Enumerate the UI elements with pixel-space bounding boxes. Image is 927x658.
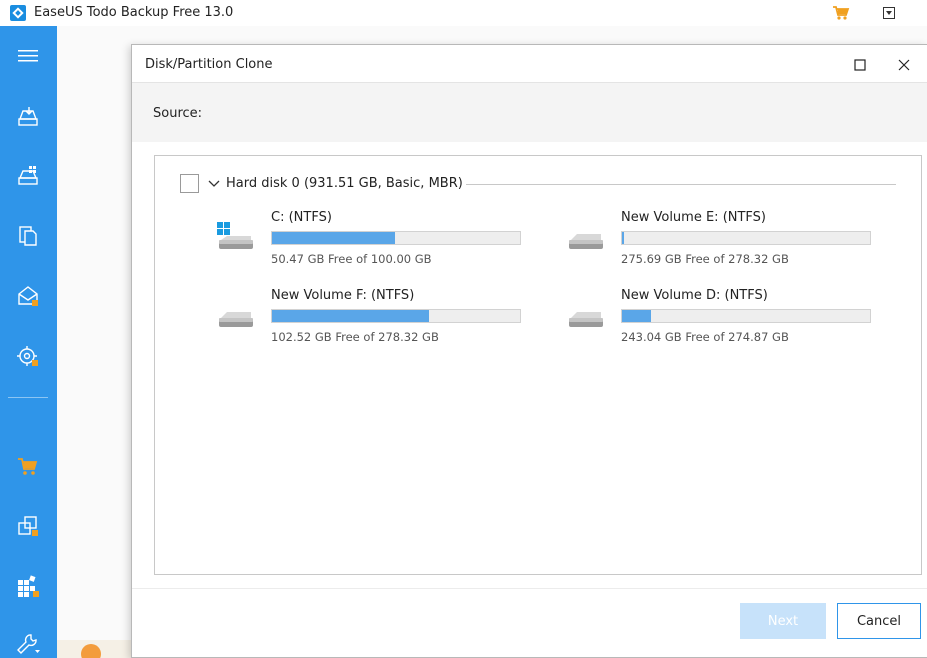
- sidebar-item-system-backup[interactable]: [12, 160, 44, 192]
- disk-title: Hard disk 0 (931.51 GB, Basic, MBR): [226, 176, 463, 191]
- sidebar-divider: [8, 397, 48, 398]
- app-titlebar: EaseUS Todo Backup Free 13.0: [0, 0, 927, 26]
- partition-usage-fill: [622, 310, 651, 322]
- windows-drive-icon: [217, 222, 253, 249]
- file-backup-icon: [19, 226, 37, 246]
- sidebar: [0, 26, 57, 658]
- source-section: Source:: [132, 83, 927, 142]
- partition-item-f[interactable]: New Volume F: (NTFS) 102.52 GB Free of 2…: [215, 288, 525, 348]
- smart-backup-icon: [17, 346, 38, 366]
- dialog-titlebar: Disk/Partition Clone: [132, 45, 927, 83]
- partition-name: C: (NTFS): [271, 210, 332, 225]
- partition-usage-fill: [272, 232, 395, 244]
- partition-usage-bar: [621, 309, 871, 323]
- partition-usage-bar: [271, 309, 521, 323]
- wrench-icon: [17, 634, 40, 654]
- sidebar-item-tools[interactable]: [12, 570, 44, 602]
- clone-icon: [18, 516, 38, 536]
- tools-grid-icon: [18, 575, 39, 597]
- sidebar-item-mail-backup[interactable]: [12, 280, 44, 312]
- sidebar-item-file-backup[interactable]: [12, 220, 44, 252]
- sidebar-item-clone[interactable]: [12, 510, 44, 542]
- close-icon: [898, 59, 910, 71]
- chevron-down-icon[interactable]: [207, 178, 221, 190]
- partition-free-space: 102.52 GB Free of 278.32 GB: [271, 330, 439, 344]
- hamburger-menu-icon: [18, 50, 38, 62]
- sidebar-item-smart-backup[interactable]: [12, 340, 44, 372]
- disk-checkbox[interactable]: [180, 174, 199, 193]
- dialog-footer-divider: [132, 588, 927, 589]
- partition-name: New Volume E: (NTFS): [621, 210, 767, 225]
- notification-badge-icon: [81, 644, 101, 658]
- dropdown-menu-icon[interactable]: [880, 4, 898, 22]
- system-backup-icon: [18, 166, 38, 185]
- easeus-logo-icon: [10, 5, 26, 21]
- partition-free-space: 50.47 GB Free of 100.00 GB: [271, 252, 432, 266]
- disk-title-divider: [466, 184, 896, 185]
- cancel-button[interactable]: Cancel: [837, 603, 921, 639]
- next-button[interactable]: Next: [740, 603, 826, 639]
- partition-item-e[interactable]: New Volume E: (NTFS) 275.69 GB Free of 2…: [565, 210, 875, 270]
- drive-icon: [219, 312, 253, 327]
- disk-backup-icon: [18, 107, 38, 126]
- partition-name: New Volume D: (NTFS): [621, 288, 768, 303]
- partition-free-space: 243.04 GB Free of 274.87 GB: [621, 330, 789, 344]
- disk-list-panel: Hard disk 0 (931.51 GB, Basic, MBR) C: (…: [154, 155, 922, 575]
- partition-name: New Volume F: (NTFS): [271, 288, 415, 303]
- app-title: EaseUS Todo Backup Free 13.0: [34, 5, 234, 20]
- maximize-icon: [854, 59, 866, 71]
- dialog-title: Disk/Partition Clone: [145, 57, 273, 72]
- drive-icon: [569, 312, 603, 327]
- partition-item-c[interactable]: C: (NTFS) 50.47 GB Free of 100.00 GB: [215, 210, 525, 270]
- source-label: Source:: [153, 106, 203, 121]
- partition-usage-bar: [271, 231, 521, 245]
- maximize-button[interactable]: [846, 55, 874, 75]
- partition-usage-fill: [272, 310, 429, 322]
- sidebar-item-disk-backup[interactable]: [12, 101, 44, 133]
- partition-usage-bar: [621, 231, 871, 245]
- partition-item-d[interactable]: New Volume D: (NTFS) 243.04 GB Free of 2…: [565, 288, 875, 348]
- close-button[interactable]: [890, 55, 918, 75]
- drive-icon: [569, 234, 603, 249]
- cart-icon[interactable]: [832, 5, 850, 21]
- partition-usage-fill: [622, 232, 624, 244]
- sidebar-item-menu[interactable]: [12, 40, 44, 72]
- sidebar-item-store[interactable]: [12, 450, 44, 482]
- disk-partition-clone-dialog: Disk/Partition Clone Source: Hard disk 0…: [131, 44, 927, 658]
- cart-icon: [18, 458, 38, 475]
- mail-backup-icon: [18, 286, 38, 306]
- partition-free-space: 275.69 GB Free of 278.32 GB: [621, 252, 789, 266]
- sidebar-item-settings[interactable]: [12, 628, 44, 658]
